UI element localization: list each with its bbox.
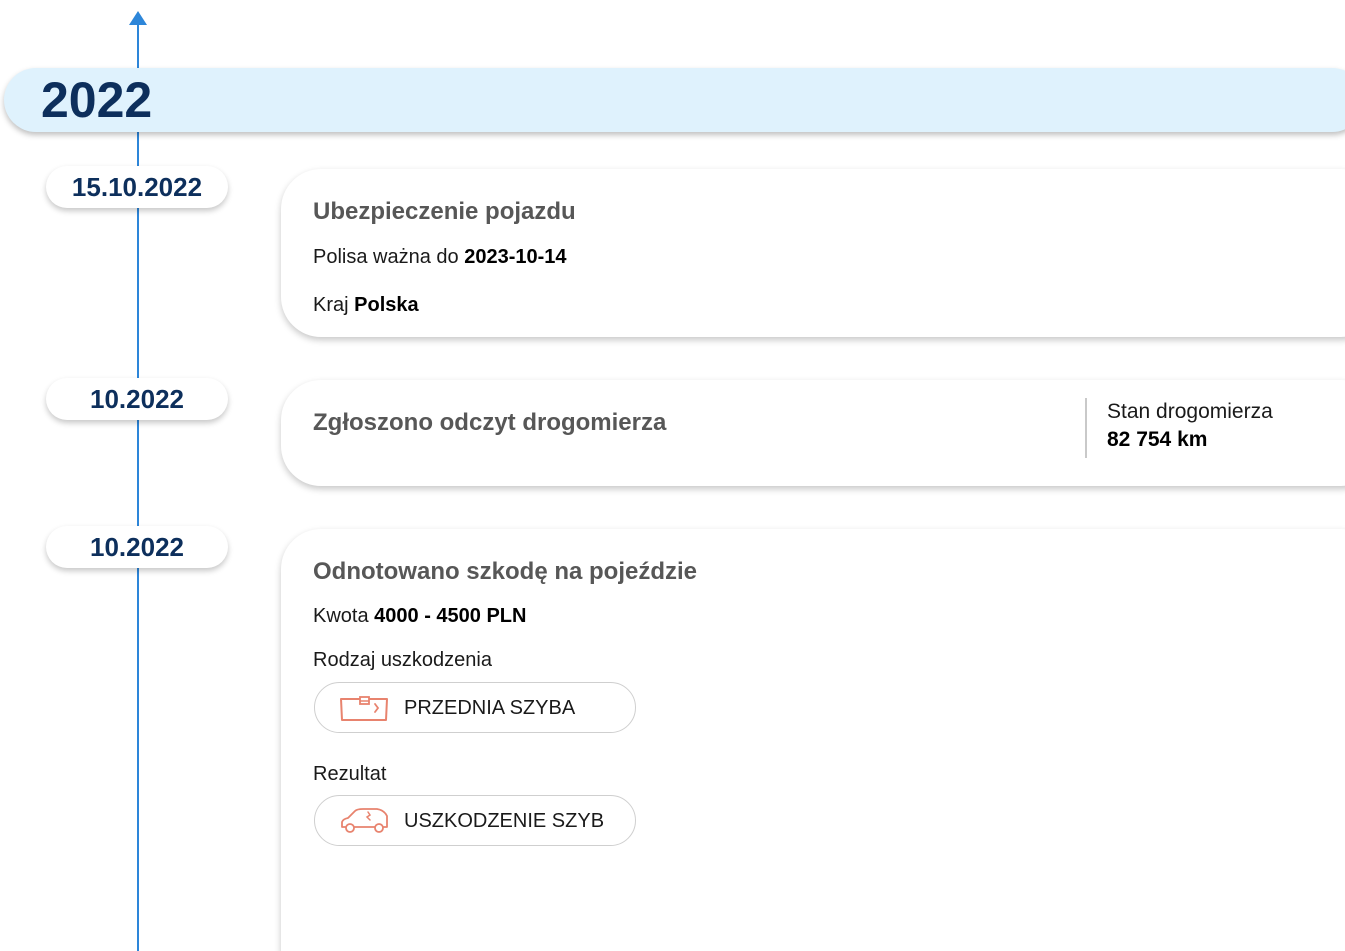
damage-type-chip-label: PRZEDNIA SZYBA — [404, 697, 576, 719]
policy-valid-row: Polisa ważna do 2023-10-14 — [313, 246, 567, 269]
amount-label: Kwota — [313, 605, 369, 627]
event-card-insurance[interactable]: Ubezpieczenie pojazdu Polisa ważna do 20… — [281, 169, 1345, 337]
result-label: Rezultat — [313, 763, 387, 785]
event-title: Zgłoszono odczyt drogomierza — [313, 409, 667, 436]
policy-valid-label: Polisa ważna do — [313, 246, 459, 268]
country-label: Kraj — [313, 294, 349, 316]
policy-valid-value: 2023-10-14 — [464, 246, 567, 268]
damage-type-label: Rodzaj uszkodzenia — [313, 649, 492, 671]
event-card-odometer[interactable]: Zgłoszono odczyt drogomierza Stan drogom… — [281, 380, 1345, 486]
amount-value: 4000 - 4500 PLN — [374, 605, 527, 627]
event-date-badge: 15.10.2022 — [46, 166, 228, 208]
vertical-divider — [1085, 398, 1087, 458]
car-glass-damage-icon — [341, 808, 388, 833]
damage-type-chip[interactable]: PRZEDNIA SZYBA — [314, 682, 636, 733]
odometer-value: 82 754 km — [1107, 428, 1208, 451]
event-title: Odnotowano szkodę na pojeździe — [313, 558, 698, 585]
timeline-axis — [137, 22, 139, 951]
result-chip-label: USZKODZENIE SZYB — [404, 810, 605, 832]
timeline-arrow-up-icon — [129, 11, 147, 25]
year-label: 2022 — [41, 72, 153, 128]
country-row: Kraj Polska — [313, 294, 419, 317]
event-date-badge: 10.2022 — [46, 526, 228, 568]
event-card-damage[interactable]: Odnotowano szkodę na pojeździe Kwota 400… — [281, 529, 1345, 951]
result-chip[interactable]: USZKODZENIE SZYB — [314, 795, 636, 846]
amount-row: Kwota 4000 - 4500 PLN — [313, 605, 526, 628]
windshield-icon — [340, 696, 388, 721]
country-value: Polska — [354, 294, 419, 316]
odometer-label: Stan drogomierza — [1107, 400, 1273, 423]
year-header: 2022 — [4, 68, 1345, 132]
vehicle-history-timeline: 2022 15.10.2022 Ubezpieczenie pojazdu Po… — [0, 0, 1345, 951]
event-date-badge: 10.2022 — [46, 378, 228, 420]
event-title: Ubezpieczenie pojazdu — [313, 198, 576, 225]
